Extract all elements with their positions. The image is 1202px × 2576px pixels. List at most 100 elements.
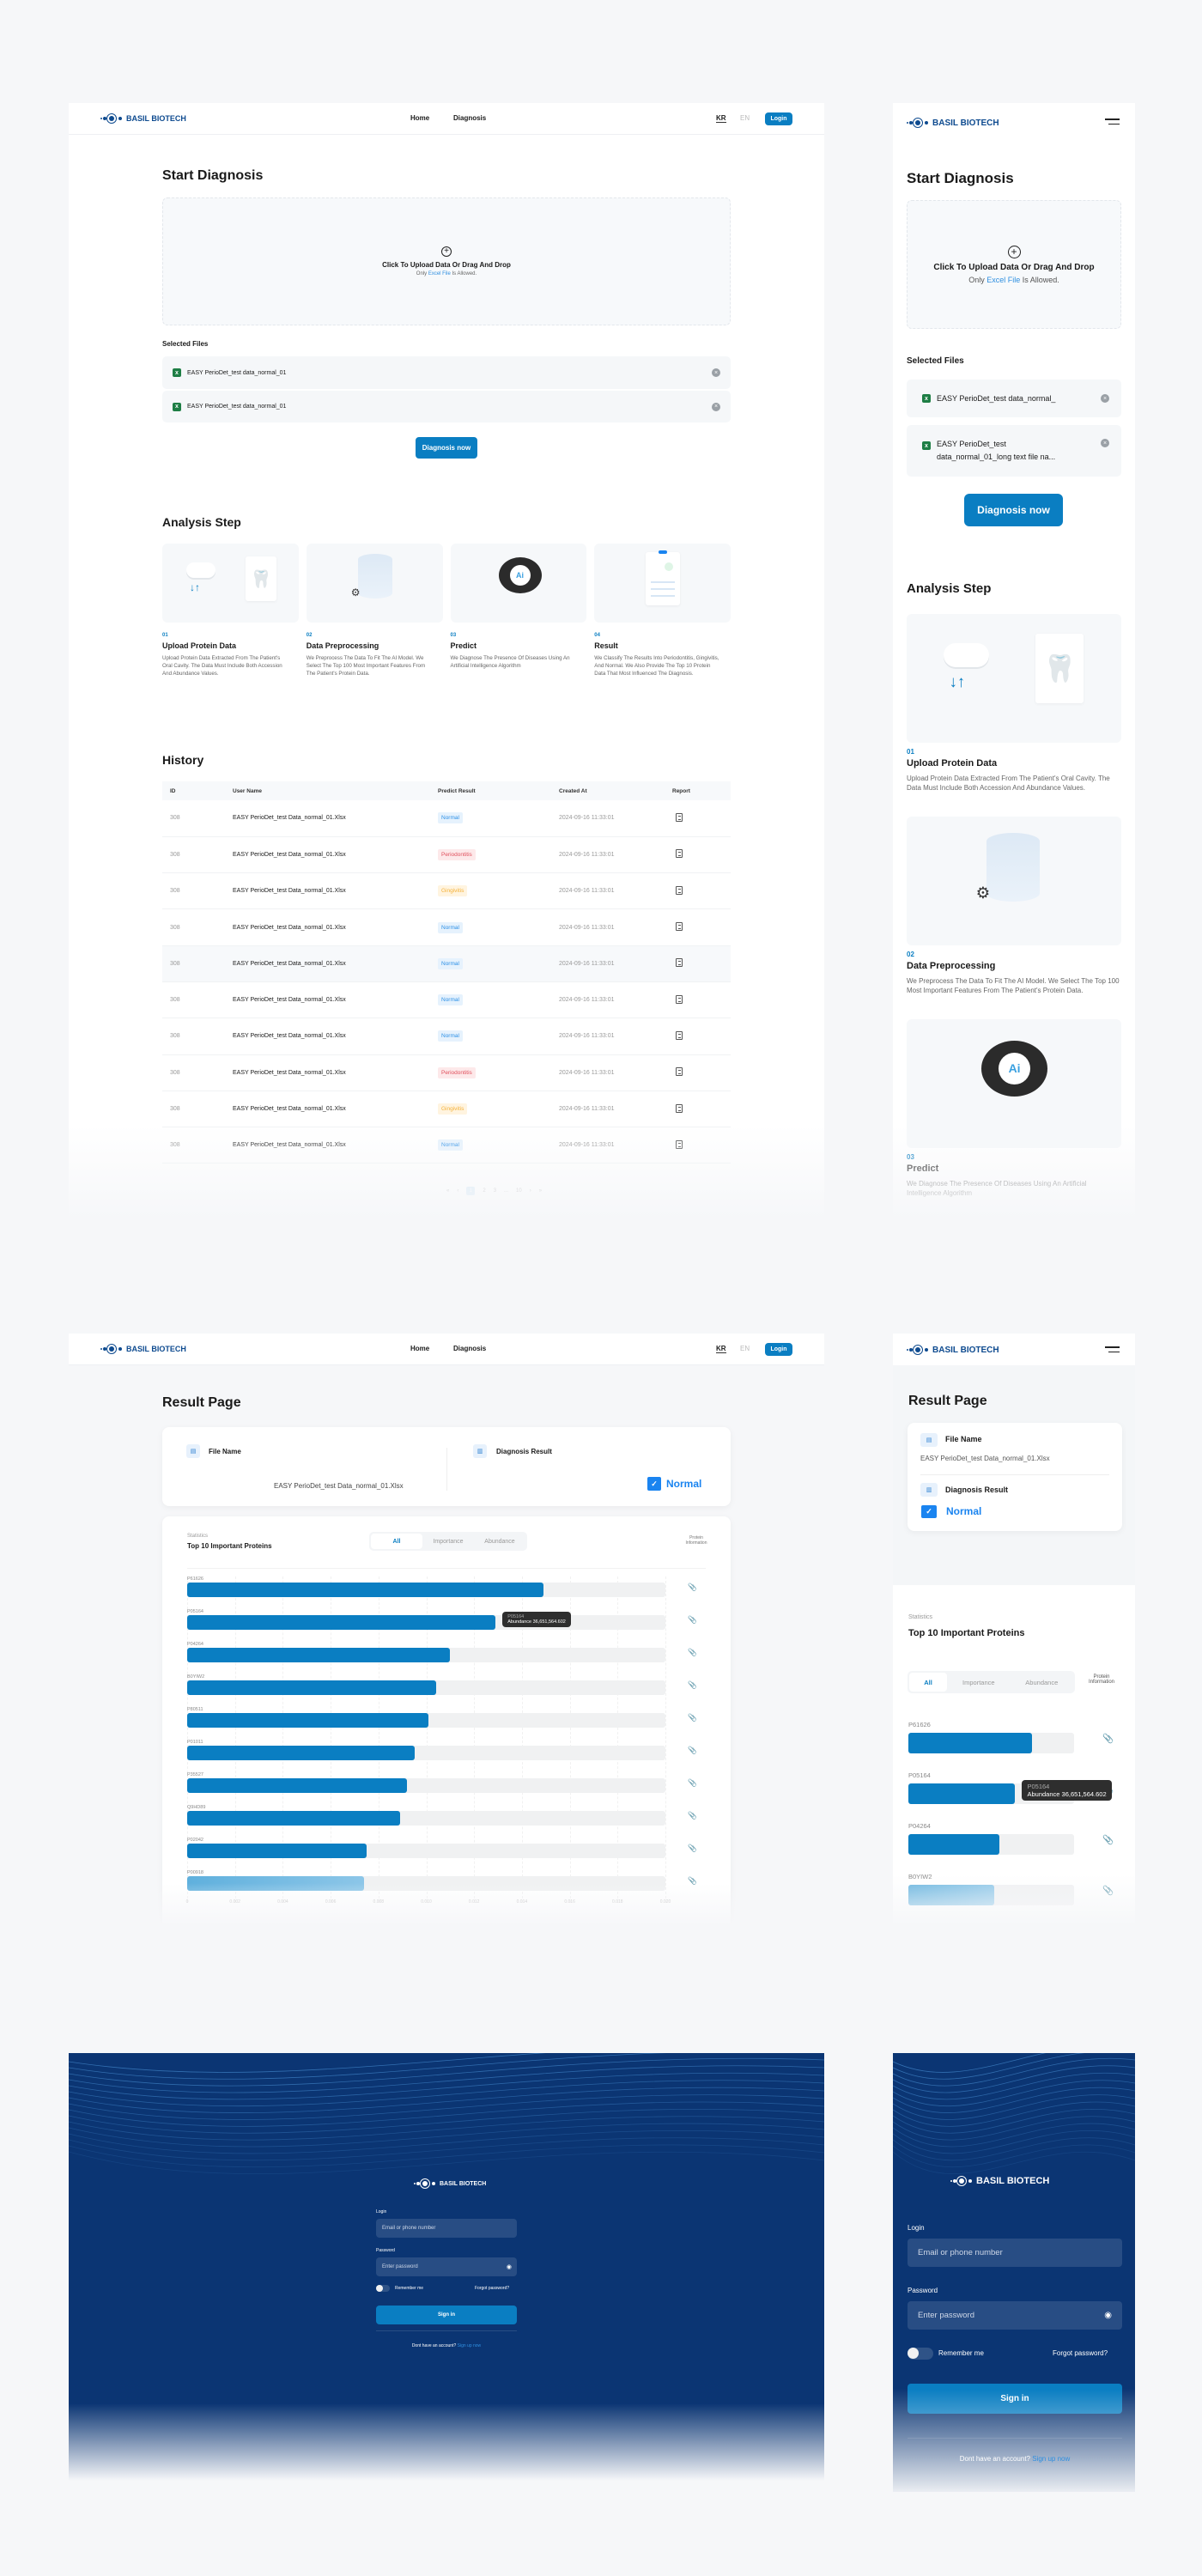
report-document-icon[interactable]	[676, 994, 683, 1004]
paperclip-icon[interactable]: 📎	[688, 1778, 697, 1788]
remember-me-toggle[interactable]	[908, 2348, 933, 2360]
diagnosis-now-button[interactable]: Diagnosis now	[964, 494, 1063, 526]
report-document-icon[interactable]	[676, 1139, 683, 1149]
upload-dropzone[interactable]: + Click To Upload Data Or Drag And Drop …	[907, 200, 1121, 329]
bar-P05164[interactable]	[187, 1615, 496, 1630]
table-row[interactable]: 308 EASY PerioDet_test Data_normal_01.Xls…	[162, 945, 731, 982]
lang-kr[interactable]: KR	[716, 114, 726, 123]
report-document-icon[interactable]	[676, 849, 683, 859]
table-row[interactable]: 308 EASY PerioDet_test Data_normal_01.Xls…	[162, 1018, 731, 1055]
lang-kr[interactable]: KR	[716, 1345, 726, 1353]
forgot-password-link[interactable]: Forgot password?	[475, 2286, 509, 2291]
table-row[interactable]: 308 EASY PerioDet_test Data_normal_01.Xls…	[162, 908, 731, 946]
page-button[interactable]: »	[539, 1188, 542, 1194]
diagnosis-now-button[interactable]: Diagnosis now	[416, 437, 477, 459]
bar-P35527[interactable]	[187, 1778, 408, 1793]
lang-en[interactable]: EN	[740, 114, 750, 122]
page-button[interactable]: ...	[504, 1188, 508, 1194]
login-button[interactable]: Login	[765, 1343, 792, 1356]
remove-file-icon[interactable]: ×	[1101, 394, 1109, 403]
paperclip-icon[interactable]: 📎	[688, 1844, 697, 1853]
bar-P61626[interactable]	[908, 1733, 1032, 1753]
sign-in-button[interactable]: Sign in	[376, 2306, 517, 2324]
nav-diagnosis[interactable]: Diagnosis	[453, 1345, 486, 1352]
paperclip-icon[interactable]: 📎	[1102, 1834, 1114, 1845]
page-button[interactable]: 2	[483, 1188, 485, 1194]
lang-en[interactable]: EN	[740, 1345, 750, 1352]
remove-file-icon[interactable]: ×	[712, 402, 720, 411]
page-button[interactable]: 1	[466, 1187, 476, 1195]
report-document-icon[interactable]	[676, 1103, 683, 1113]
sign-up-link[interactable]: Sign up now	[458, 2343, 482, 2348]
hamburger-menu-icon[interactable]	[1105, 1346, 1120, 1356]
paperclip-icon[interactable]: 📎	[688, 1648, 697, 1657]
brand-logo[interactable]: BASIL BIOTECH	[907, 118, 999, 128]
page-button[interactable]: «	[446, 1188, 449, 1194]
report-document-icon[interactable]	[676, 922, 683, 932]
report-document-icon[interactable]	[676, 1030, 683, 1040]
forgot-password-link[interactable]: Forgot password?	[1053, 2349, 1108, 2357]
tab-importance[interactable]: Importance	[947, 1673, 1010, 1692]
bar-B0YIW2[interactable]	[908, 1885, 995, 1905]
paperclip-icon[interactable]: 📎	[688, 1713, 697, 1722]
report-document-icon[interactable]	[676, 812, 683, 822]
page-button[interactable]: 10	[516, 1188, 522, 1194]
paperclip-icon[interactable]: 📎	[688, 1746, 697, 1755]
tab-abundance[interactable]: Abundance	[474, 1534, 525, 1549]
brand-logo[interactable]: BASIL BIOTECH	[907, 1345, 999, 1355]
bar-P02042[interactable]	[187, 1844, 367, 1858]
nav-home[interactable]: Home	[410, 1345, 429, 1352]
report-document-icon[interactable]	[676, 885, 683, 895]
report-document-icon[interactable]	[676, 958, 683, 968]
report-document-icon[interactable]	[676, 1067, 683, 1077]
table-row[interactable]: 308 EASY PerioDet_test Data_normal_01.Xls…	[162, 1127, 731, 1164]
email-input[interactable]: Email or phone number	[376, 2219, 517, 2238]
tab-abundance[interactable]: Abundance	[1011, 1673, 1073, 1692]
bar-P04264[interactable]	[187, 1648, 451, 1662]
tab-all[interactable]: All	[371, 1534, 422, 1549]
bar-P00918[interactable]	[187, 1876, 365, 1891]
upload-dropzone[interactable]: + Click To Upload Data Or Drag And Drop …	[162, 197, 731, 325]
table-row[interactable]: 308 EASY PerioDet_test Data_normal_01.Xls…	[162, 800, 731, 837]
brand-logo[interactable]: BASIL BIOTECH	[100, 1344, 186, 1354]
bar-Q9HD89[interactable]	[187, 1811, 400, 1826]
remove-file-icon[interactable]: ×	[1101, 439, 1109, 447]
eye-icon[interactable]: ◉	[507, 2263, 512, 2270]
paperclip-icon[interactable]: 📎	[688, 1583, 697, 1592]
bar-P61626[interactable]	[187, 1583, 543, 1597]
remove-file-icon[interactable]: ×	[712, 368, 720, 377]
table-row[interactable]: 308 EASY PerioDet_test Data_normal_01.Xls…	[162, 1091, 731, 1128]
page-button[interactable]: 3	[494, 1188, 496, 1194]
eye-icon[interactable]: ◉	[1104, 2311, 1112, 2320]
table-row[interactable]: 308 EASY PerioDet_test Data_normal_01.Xls…	[162, 872, 731, 910]
bar-P80511[interactable]	[187, 1713, 429, 1728]
email-input[interactable]: Email or phone number	[908, 2239, 1122, 2267]
sign-up-link[interactable]: Sign up now	[1032, 2455, 1070, 2463]
table-row[interactable]: 308 EASY PerioDet_test Data_normal_01.Xls…	[162, 981, 731, 1019]
password-input[interactable]: Enter password ◉	[908, 2301, 1122, 2330]
nav-home[interactable]: Home	[410, 114, 429, 122]
bar-B0YIW2[interactable]	[187, 1680, 436, 1695]
remember-me-toggle[interactable]	[376, 2285, 390, 2292]
brand-logo[interactable]: BASIL BIOTECH	[100, 113, 186, 124]
paperclip-icon[interactable]: 📎	[688, 1811, 697, 1820]
bar-P04264[interactable]	[908, 1834, 1000, 1855]
paperclip-icon[interactable]: 📎	[1102, 1885, 1114, 1896]
paperclip-icon[interactable]: 📎	[688, 1680, 697, 1690]
page-button[interactable]: ›	[530, 1188, 531, 1194]
paperclip-icon[interactable]: 📎	[688, 1615, 697, 1625]
paperclip-icon[interactable]: 📎	[688, 1876, 697, 1886]
login-button[interactable]: Login	[765, 112, 792, 125]
tab-importance[interactable]: Importance	[422, 1534, 474, 1549]
page-button[interactable]: ‹	[457, 1188, 458, 1194]
bar-P05164[interactable]	[908, 1783, 1016, 1804]
nav-diagnosis[interactable]: Diagnosis	[453, 114, 486, 122]
sign-in-button[interactable]: Sign in	[908, 2384, 1122, 2414]
table-row[interactable]: 308 EASY PerioDet_test Data_normal_01.Xls…	[162, 836, 731, 874]
password-input[interactable]: Enter password ◉	[376, 2257, 517, 2276]
tab-all[interactable]: All	[909, 1673, 948, 1692]
hamburger-menu-icon[interactable]	[1105, 118, 1120, 128]
table-row[interactable]: 308 EASY PerioDet_test Data_normal_01.Xls…	[162, 1054, 731, 1091]
bar-P01011[interactable]	[187, 1746, 415, 1760]
paperclip-icon[interactable]: 📎	[1102, 1733, 1114, 1744]
